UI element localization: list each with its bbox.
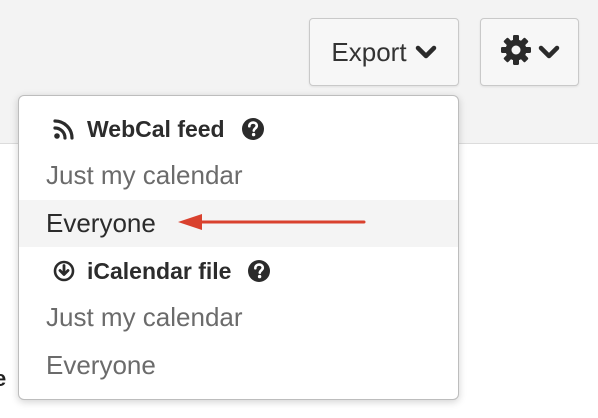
webcal-just-my-calendar[interactable]: Just my calendar: [19, 152, 458, 199]
section-title: WebCal feed: [87, 115, 225, 142]
chevron-down-icon: [415, 44, 437, 60]
export-dropdown-menu: WebCal feed Just my calendar Everyone iC…: [18, 95, 459, 400]
export-button[interactable]: Export: [309, 18, 459, 86]
gear-icon: [500, 34, 532, 71]
cropped-text: e: [0, 366, 7, 391]
question-circle-icon[interactable]: [241, 117, 265, 141]
icalendar-just-my-calendar[interactable]: Just my calendar: [19, 294, 458, 341]
chevron-down-icon: [538, 44, 560, 60]
menu-item-label: Everyone: [46, 208, 156, 238]
settings-button[interactable]: [480, 18, 579, 86]
section-header-webcal-feed: WebCal feed: [53, 114, 265, 144]
question-circle-icon[interactable]: [247, 259, 271, 283]
menu-item-label: Just my calendar: [46, 302, 243, 332]
download-circle-icon: [53, 260, 75, 282]
export-label: Export: [331, 36, 407, 67]
icalendar-everyone[interactable]: Everyone: [19, 342, 458, 389]
annotation-arrow-icon: [176, 210, 366, 234]
rss-icon: [53, 118, 75, 140]
menu-item-label: Just my calendar: [46, 160, 243, 190]
section-header-icalendar-file: iCalendar file: [53, 256, 271, 286]
section-title: iCalendar file: [87, 257, 232, 284]
menu-item-label: Everyone: [46, 350, 156, 380]
